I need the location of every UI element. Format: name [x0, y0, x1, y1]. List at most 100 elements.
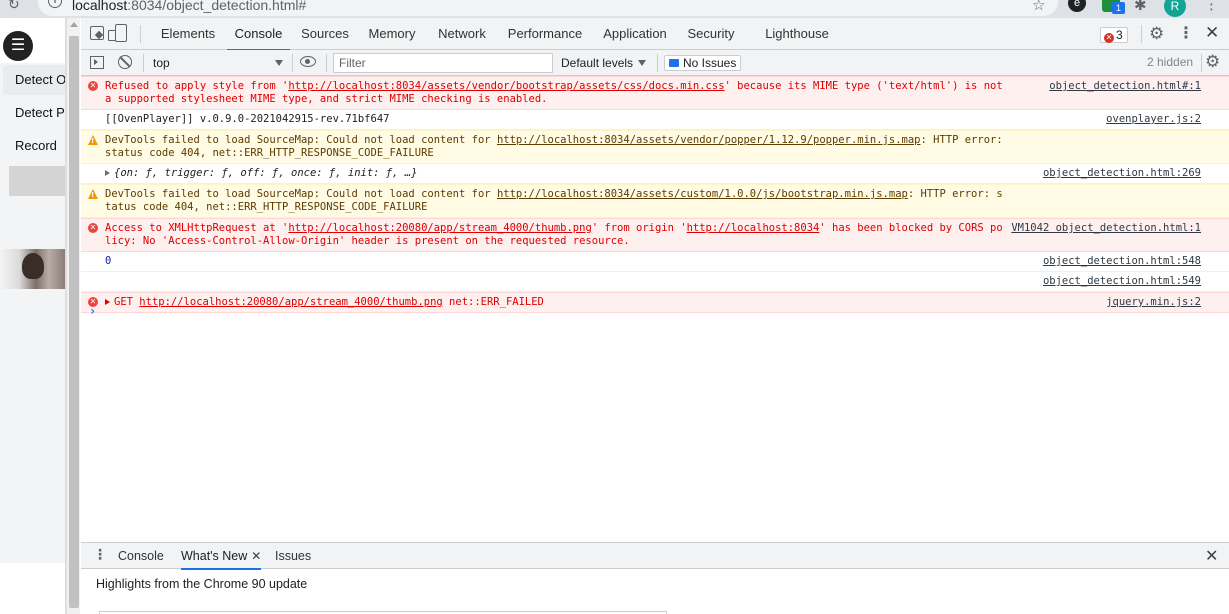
divider — [1201, 54, 1202, 72]
message-text: [[OvenPlayer]] v.0.9.0-2021042915-rev.71… — [105, 113, 390, 125]
source-link[interactable]: object_detection.html:269 — [1043, 167, 1201, 180]
tab-sources[interactable]: Sources — [293, 18, 357, 50]
whats-new-heading: Highlights from the Chrome 90 update — [96, 577, 308, 591]
expand-triangle-icon[interactable] — [105, 299, 110, 305]
side-menu-item-detect-objects[interactable]: Detect O — [3, 65, 65, 95]
settings-gear-icon[interactable]: ⚙ — [1149, 24, 1164, 44]
message-text: Access to XMLHttpRequest at 'http://loca… — [105, 222, 1005, 248]
reload-icon[interactable]: ↻ — [8, 0, 20, 13]
message-link[interactable]: http://localhost:8034 — [687, 222, 820, 234]
console-message-error: ✕ Access to XMLHttpRequest at 'http://lo… — [81, 218, 1229, 252]
source-link[interactable]: VM1042 object_detection.html:1 — [1011, 222, 1201, 235]
scroll-thumb[interactable] — [69, 36, 79, 608]
scroll-up-arrow-icon[interactable] — [70, 22, 78, 27]
tab-lighthouse[interactable]: Lighthouse — [759, 18, 835, 50]
browser-toolbar: ↻ i localhost:8034/object_detection.html… — [0, 0, 1229, 18]
drawer-tab-label: What's New — [181, 549, 248, 563]
console-message-log: object_detection.html:549 — [81, 272, 1229, 292]
drawer-tab-issues[interactable]: Issues — [275, 543, 311, 569]
log-levels-dropdown[interactable]: Default levels — [561, 53, 647, 73]
tab-elements[interactable]: Elements — [150, 18, 226, 50]
close-icon[interactable]: ✕ — [1205, 23, 1219, 43]
warning-icon: ! — [88, 189, 98, 199]
warning-icon: ! — [88, 135, 98, 145]
message-link[interactable]: http://localhost:8034/assets/vendor/boot… — [288, 80, 724, 92]
message-text: Refused to apply style from 'http://loca… — [105, 80, 1005, 106]
source-link[interactable]: ovenplayer.js:2 — [1106, 113, 1201, 126]
message-part: ' from origin ' — [591, 222, 687, 234]
drawer-more-options-icon[interactable]: ⋮ — [93, 546, 107, 563]
url-path: :8034/object_detection.html# — [127, 0, 307, 13]
close-tab-icon[interactable]: ✕ — [251, 549, 261, 563]
side-menu-item-record[interactable]: Record — [3, 131, 65, 161]
url-host: localhost — [72, 0, 128, 13]
bookmark-star-icon[interactable]: ☆ — [1032, 0, 1045, 14]
tab-network[interactable]: Network — [429, 18, 495, 50]
error-icon: ✕ — [1104, 33, 1114, 43]
error-count-badge[interactable]: ✕ 3 — [1100, 27, 1128, 43]
console-toolbar: top Default levels No Issues 2 hidden ⚙ — [81, 50, 1229, 76]
drawer-tab-whats-new[interactable]: What's New ✕ — [181, 543, 262, 570]
message-part: DevTools failed to load SourceMap: Could… — [105, 134, 497, 146]
tab-console[interactable]: Console — [227, 18, 290, 51]
browser-menu-icon[interactable]: ⋮ — [1204, 0, 1219, 13]
extension-icon[interactable]: e — [1068, 0, 1086, 12]
console-message-log: 0 object_detection.html:548 — [81, 252, 1229, 272]
close-drawer-icon[interactable]: ✕ — [1205, 546, 1218, 566]
chevron-down-icon — [275, 60, 283, 66]
message-link[interactable]: http://localhost:20080/app/stream_4000/t… — [288, 222, 591, 234]
console-settings-gear-icon[interactable]: ⚙ — [1205, 52, 1220, 72]
drawer-tab-console[interactable]: Console — [118, 543, 164, 569]
console-message-log: [[OvenPlayer]] v.0.9.0-2021042915-rev.71… — [81, 110, 1229, 130]
source-link[interactable]: object_detection.html:548 — [1043, 255, 1201, 268]
source-link[interactable]: jquery.min.js:2 — [1106, 296, 1201, 309]
device-toolbar-icon[interactable] — [108, 24, 127, 42]
inspect-element-icon[interactable] — [90, 26, 104, 40]
menu-placeholder-block — [9, 166, 65, 196]
source-link[interactable]: object_detection.html#:1 — [1049, 80, 1201, 93]
message-part: net::ERR_FAILED — [442, 296, 544, 308]
expand-triangle-icon[interactable] — [105, 170, 110, 176]
filter-input[interactable] — [333, 53, 553, 73]
error-count: 3 — [1116, 28, 1123, 42]
error-icon: ✕ — [88, 223, 98, 233]
side-menu-item-detect-people[interactable]: Detect Pe — [3, 98, 65, 128]
more-options-icon[interactable]: ⋮ — [1178, 23, 1194, 43]
divider — [140, 25, 141, 43]
message-text — [105, 275, 1005, 288]
message-link[interactable]: http://localhost:8034/assets/vendor/popp… — [497, 134, 921, 146]
console-message-error[interactable]: ✕ GET http://localhost:20080/app/stream_… — [81, 292, 1229, 313]
issues-button[interactable]: No Issues — [664, 55, 742, 71]
drawer-tab-bar: ⋮ Console What's New ✕ Issues ✕ — [81, 543, 1229, 570]
hamburger-menu-button[interactable]: ☰ — [3, 31, 33, 61]
message-text: 0 — [105, 255, 112, 267]
issues-label: No Issues — [683, 56, 737, 70]
devtools-panel: Elements Console Sources Memory Network … — [81, 18, 1229, 614]
console-messages: ✕ Refused to apply style from 'http://lo… — [81, 76, 1229, 313]
tab-security[interactable]: Security — [683, 18, 739, 50]
clear-console-icon[interactable] — [118, 55, 132, 69]
error-icon: ✕ — [88, 81, 98, 91]
devtools-tab-bar: Elements Console Sources Memory Network … — [81, 18, 1229, 51]
message-link[interactable]: http://localhost:20080/app/stream_4000/t… — [139, 296, 442, 308]
tab-performance[interactable]: Performance — [503, 18, 587, 50]
tab-application[interactable]: Application — [595, 18, 675, 50]
extensions-puzzle-icon[interactable]: ✱ — [1134, 0, 1152, 14]
source-link[interactable]: object_detection.html:549 — [1043, 275, 1201, 288]
tab-memory[interactable]: Memory — [361, 18, 423, 50]
log-levels-label: Default levels — [561, 56, 634, 70]
hidden-messages-count: 2 hidden — [1147, 55, 1194, 69]
message-link[interactable]: http://localhost:8034/assets/custom/1.0.… — [497, 188, 908, 200]
console-prompt-chevron-icon[interactable]: › — [89, 304, 96, 318]
console-message-object[interactable]: {on: ƒ, trigger: ƒ, off: ƒ, once: ƒ, ini… — [81, 164, 1229, 184]
page-scrollbar[interactable] — [66, 18, 80, 614]
profile-avatar[interactable]: R — [1164, 0, 1186, 17]
issues-icon — [669, 59, 679, 67]
context-selector[interactable]: top — [149, 53, 285, 73]
page-viewport: ☰ Detect O Detect Pe Record — [0, 18, 66, 614]
divider — [292, 54, 293, 72]
live-expression-eye-icon[interactable] — [300, 56, 316, 67]
address-url[interactable]: localhost:8034/object_detection.html# — [72, 0, 306, 13]
show-sidebar-icon[interactable] — [90, 56, 104, 69]
divider — [657, 54, 658, 72]
